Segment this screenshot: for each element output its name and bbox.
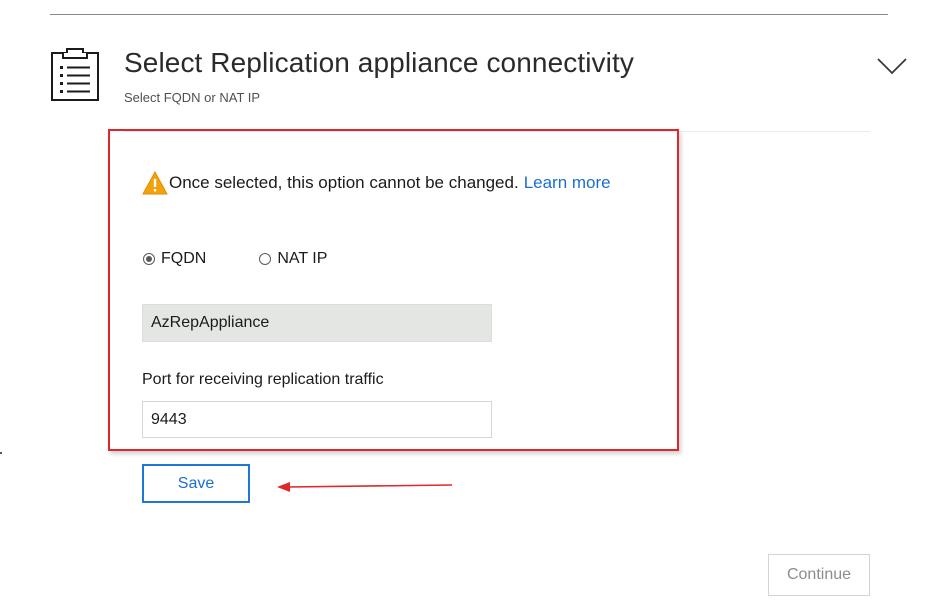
port-label: Port for receiving replication traffic (142, 371, 384, 388)
radio-nat-ip-indicator[interactable] (259, 253, 272, 265)
radio-fqdn-indicator[interactable] (143, 253, 155, 265)
warning-text: Once selected, this option cannot be cha… (169, 173, 519, 192)
edge-mark (0, 452, 2, 454)
clipboard-list-icon (51, 48, 99, 101)
radio-fqdn-label: FQDN (161, 250, 207, 267)
warning-message: Once selected, this option cannot be cha… (142, 170, 611, 196)
fqdn-input[interactable] (142, 304, 492, 342)
radio-nat-ip-label: NAT IP (277, 250, 328, 267)
top-divider (50, 14, 888, 15)
chevron-down-icon[interactable] (876, 56, 908, 76)
radio-nat-ip[interactable]: NAT IP (259, 250, 327, 268)
continue-button[interactable]: Continue (768, 554, 870, 596)
warning-triangle-icon (142, 171, 168, 195)
port-input[interactable] (142, 401, 492, 438)
save-button[interactable]: Save (142, 464, 250, 503)
learn-more-link[interactable]: Learn more (524, 173, 611, 193)
annotation-arrow (277, 482, 453, 492)
radio-fqdn[interactable]: FQDN (143, 250, 206, 268)
page-title: Select Replication appliance connectivit… (124, 47, 634, 78)
page-subtitle: Select FQDN or NAT IP (124, 90, 261, 105)
connectivity-radio-group: FQDN NAT IP (143, 248, 327, 270)
